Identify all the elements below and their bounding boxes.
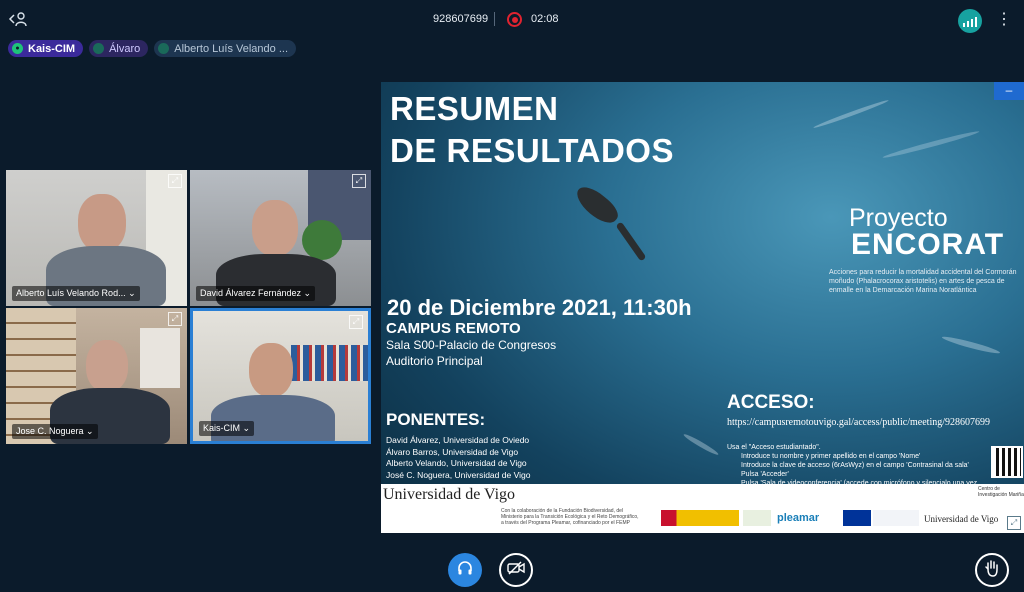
- participant-name[interactable]: David Álvarez Fernández ⌄: [196, 286, 316, 301]
- event-auditorium: Auditorio Principal: [386, 354, 483, 368]
- eu-flag-logo: [843, 510, 871, 526]
- talking-chip[interactable]: Álvaro: [89, 40, 149, 57]
- poster-background: [140, 328, 180, 388]
- speaker-item: David Álvarez, Universidad de Oviedo: [386, 435, 530, 445]
- fish-decoration: [812, 98, 890, 130]
- instruction-item: Pulsa 'Acceder': [741, 471, 789, 478]
- talking-chip[interactable]: ● Kais-CIM: [8, 40, 84, 57]
- instruction-item: Introduce la clave de acceso (6rAsWyz) e…: [741, 462, 969, 469]
- footer-note: Con la colaboración de la Fundación Biod…: [501, 508, 639, 526]
- talking-chip-label: Kais-CIM: [28, 42, 76, 55]
- speaker-item: José C. Noguera, Universidad de Vigo: [386, 469, 531, 480]
- talking-chip-label: Alberto Luís Velando ...: [174, 42, 288, 55]
- slide-title: RESUMEN DE RESULTADOS: [390, 88, 674, 172]
- slide-title-line: RESUMEN: [390, 90, 559, 127]
- participant-head: [78, 194, 126, 252]
- plant-background: [302, 220, 342, 260]
- slide-footer: Universidad de Vigo Con la colaboración …: [381, 484, 1024, 533]
- university-logo-text: Universidad de Vigo: [383, 486, 516, 503]
- microphone-icon: [93, 43, 105, 54]
- cim-logo: Centro de Investigación Mariña: [978, 486, 1024, 498]
- access-url: https://campusremotouvigo.gal/access/pub…: [727, 417, 991, 428]
- participant-head: [86, 340, 128, 392]
- participant-name[interactable]: Alberto Luís Velando Rod... ⌄: [12, 286, 140, 301]
- speaker-item: Álvaro Barros, Universidad de Vigo: [386, 446, 519, 457]
- ministry-logo: [661, 510, 739, 526]
- biodiversity-logo: [743, 510, 771, 526]
- meeting-id: 928607699: [433, 13, 489, 25]
- university-logo-small: Universidad de Vigo: [924, 514, 999, 524]
- video-tile[interactable]: ⤢ David Álvarez Fernández ⌄: [190, 170, 371, 306]
- presentation-slide: – RESUMEN DE RESULTADOS Proyecto ENCORAT…: [381, 82, 1024, 533]
- participant-body: [211, 395, 335, 441]
- instruction-item: Usa el "Acceso estudiantado".: [727, 444, 821, 451]
- talking-chip-label: Álvaro: [109, 42, 141, 55]
- fullscreen-icon[interactable]: ⤢: [1007, 516, 1021, 530]
- fish-decoration: [941, 334, 1001, 356]
- project-name: ENCORAT: [851, 228, 1005, 261]
- video-button[interactable]: [499, 553, 533, 587]
- recording-icon[interactable]: [507, 12, 522, 27]
- access-heading: ACCESO:: [727, 392, 815, 413]
- fish-decoration: [682, 432, 720, 457]
- fish-decoration: [882, 129, 980, 160]
- audio-button[interactable]: [448, 553, 482, 587]
- femp-logo: [873, 510, 919, 526]
- video-tile[interactable]: ⤢ Alberto Luís Velando Rod... ⌄: [6, 170, 187, 306]
- microphone-icon: [158, 43, 170, 54]
- event-campus: CAMPUS REMOTO: [386, 320, 521, 337]
- leave-meeting-button[interactable]: [8, 10, 32, 30]
- binders-background: [291, 345, 368, 381]
- connection-status-button[interactable]: [958, 9, 982, 33]
- top-bar: 928607699 02:08 ⋮: [0, 0, 1024, 40]
- expand-icon[interactable]: ⤢: [352, 174, 366, 188]
- headphones-icon: [457, 560, 473, 580]
- kebab-menu-icon[interactable]: ⋮: [996, 10, 1012, 30]
- microphone-icon: ●: [12, 43, 23, 54]
- qr-code: [991, 446, 1023, 478]
- cormorant-neck: [615, 221, 647, 262]
- slide-title-line: DE RESULTADOS: [390, 132, 674, 169]
- event-date: 20 de Diciembre 2021, 11:30h: [387, 295, 692, 320]
- video-tile[interactable]: ⤢ Jose C. Noguera ⌄: [6, 308, 187, 444]
- participant-head: [252, 200, 298, 256]
- separator: [494, 12, 495, 26]
- instruction-item: Introduce tu nombre y primer apellido en…: [741, 453, 921, 460]
- talking-indicators: ● Kais-CIM Álvaro Alberto Luís Velando .…: [8, 40, 296, 57]
- raise-hand-icon: [984, 559, 1000, 581]
- person-leave-icon: [8, 11, 28, 30]
- speaker-item: Alberto Velando, Universidad de Vigo: [386, 458, 527, 468]
- expand-icon[interactable]: ⤢: [168, 312, 182, 326]
- project-description: Acciones para reducir la mortalidad acci…: [829, 269, 1017, 294]
- pleamar-logo: pleamar: [777, 512, 820, 524]
- expand-icon[interactable]: ⤢: [349, 315, 363, 329]
- minimize-presentation-button[interactable]: –: [994, 82, 1024, 100]
- cormorant-image: [571, 181, 623, 229]
- expand-icon[interactable]: ⤢: [168, 174, 182, 188]
- raise-hand-button[interactable]: [975, 553, 1009, 587]
- video-tile-active-speaker[interactable]: ⤢ Kais-CIM ⌄: [190, 308, 371, 444]
- camera-off-icon: [507, 561, 525, 579]
- participant-name[interactable]: Kais-CIM ⌄: [199, 421, 255, 436]
- participant-head: [249, 343, 293, 397]
- participant-name[interactable]: Jose C. Noguera ⌄: [12, 424, 98, 439]
- event-room: Sala S00-Palacio de Congresos: [386, 338, 557, 352]
- speakers-list: David Álvarez, Universidad de Oviedo Álv…: [386, 435, 530, 481]
- speakers-heading: PONENTES:: [386, 410, 486, 429]
- recording-timer: 02:08: [531, 13, 559, 25]
- talking-chip[interactable]: Alberto Luís Velando ...: [154, 40, 296, 57]
